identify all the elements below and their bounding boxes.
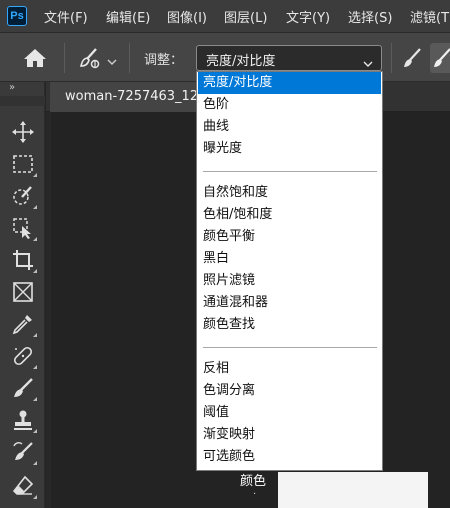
dropdown-option-posterize[interactable]: 色调分离 [198,380,381,402]
photoshop-logo: Ps [7,6,27,26]
dropdown-separator [203,171,377,172]
marquee-icon[interactable] [11,152,37,177]
dropdown-option-curves[interactable]: 曲线 [198,116,381,138]
option-label: 黑白 [203,251,230,266]
eyedropper-icon[interactable] [11,312,37,337]
menu-bar: Ps 文件(F) 编辑(E) 图像(I) 图层(L) 文字(Y) 选择(S) 滤… [0,0,450,32]
stamp-icon[interactable] [11,408,37,433]
adjust-select[interactable]: 亮度/对比度 [196,45,382,71]
options-separator [64,43,65,73]
brush-adjust-icon[interactable] [79,47,101,69]
option-label: 通道混和器 [203,295,269,310]
brush-active-icon[interactable] [430,43,450,73]
dropdown-option-levels[interactable]: 色阶 [198,94,381,116]
dropdown-option-brightness-contrast[interactable]: 亮度/对比度 [198,72,381,94]
option-label: 反相 [203,361,230,376]
object-select-icon[interactable] [11,216,37,241]
option-label: 阈值 [203,405,230,420]
home-icon[interactable] [22,47,48,69]
eraser-icon[interactable] [11,474,37,499]
brush-icon[interactable] [11,376,37,401]
canvas-text-mark: . [253,486,257,497]
options-separator [391,43,392,73]
menu-image[interactable]: 图像(I) [167,7,207,26]
option-label: 色相/饱和度 [203,207,273,222]
dropdown-option-invert[interactable]: 反相 [198,358,381,380]
frame-icon[interactable] [11,280,35,304]
canvas-image[interactable] [278,472,428,508]
document-tab[interactable]: woman-7257463_12 [50,82,210,112]
dropdown-separator [203,347,377,348]
options-separator [129,43,130,73]
menu-type[interactable]: 文字(Y) [286,7,330,26]
dropdown-option-selective-color[interactable]: 可选颜色 [198,446,381,468]
dropdown-option-color-lookup[interactable]: 颜色查找 [198,314,381,336]
menu-filter[interactable]: 滤镜(T [410,7,449,26]
dropdown-option-photo-filter[interactable]: 照片滤镜 [198,270,381,292]
dropdown-option-hue-saturation[interactable]: 色相/饱和度 [198,204,381,226]
chevron-down-icon [363,54,373,67]
option-label: 颜色查找 [203,317,256,332]
option-label: 曝光度 [203,141,243,156]
move-icon[interactable] [11,120,35,144]
adjust-label: 调整： [144,53,184,68]
menu-edit[interactable]: 编辑(E) [106,7,150,26]
dropdown-option-black-white[interactable]: 黑白 [198,248,381,270]
healing-icon[interactable] [11,344,37,369]
history-brush-icon[interactable] [11,440,37,465]
menu-file[interactable]: 文件(F) [44,7,88,26]
dropdown-option-vibrance[interactable]: 自然饱和度 [198,182,381,204]
dropdown-option-channel-mixer[interactable]: 通道混和器 [198,292,381,314]
toolbar-header [0,96,45,106]
panel-collapse-icon[interactable]: » [9,82,15,93]
option-label: 色阶 [203,97,230,112]
option-label: 色调分离 [203,383,256,398]
dropdown-option-threshold[interactable]: 阈值 [198,402,381,424]
quick-select-icon[interactable] [11,184,37,209]
brush-icon[interactable] [402,47,422,69]
option-label: 亮度/对比度 [203,75,273,90]
option-label: 自然饱和度 [203,185,269,200]
dropdown-option-gradient-map[interactable]: 渐变映射 [198,424,381,446]
document-tab-label: woman-7257463_12 [65,89,199,104]
dropdown-option-exposure[interactable]: 曝光度 [198,138,381,160]
option-label: 可选颜色 [203,449,256,464]
tools-panel: » [0,82,45,508]
dropdown-option-color-balance[interactable]: 颜色平衡 [198,226,381,248]
crop-icon[interactable] [11,248,37,273]
option-label: 渐变映射 [203,427,256,442]
option-label: 曲线 [203,119,230,134]
option-label: 颜色平衡 [203,229,256,244]
option-label: 照片滤镜 [203,273,256,288]
menu-layer[interactable]: 图层(L) [224,7,267,26]
menu-select[interactable]: 选择(S) [348,7,392,26]
adjust-dropdown-list: 亮度/对比度 色阶 曲线 曝光度 自然饱和度 色相/饱和度 颜色平衡 黑白 照片… [196,71,383,471]
adjust-select-value: 亮度/对比度 [206,54,276,69]
chevron-down-icon[interactable] [107,52,117,65]
